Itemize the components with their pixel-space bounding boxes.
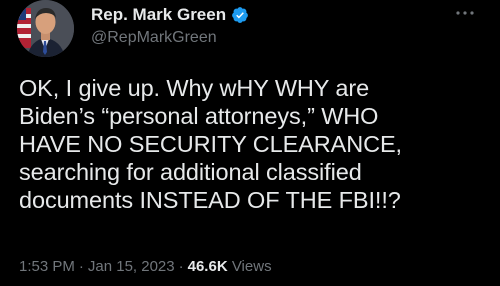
- author-name-row[interactable]: Rep. Mark Green: [91, 4, 249, 26]
- avatar-portrait: [17, 0, 74, 57]
- avatar[interactable]: [17, 0, 74, 57]
- tweet-date[interactable]: Jan 15, 2023: [88, 258, 175, 275]
- tweet-meta: 1:53 PM · Jan 15, 2023 · 46.6K Views: [19, 258, 272, 275]
- tweet-card: Rep. Mark Green @RepMarkGreen OK, I give…: [0, 0, 500, 286]
- meta-separator: ·: [78, 258, 84, 275]
- display-name[interactable]: Rep. Mark Green: [91, 5, 226, 25]
- tweet-time[interactable]: 1:53 PM: [19, 258, 75, 275]
- more-dots-icon[interactable]: [454, 6, 476, 20]
- verified-badge-icon: [231, 6, 249, 24]
- tweet-text: OK, I give up. Why wHY WHY are Biden’s “…: [19, 75, 402, 213]
- views-count[interactable]: 46.6K: [188, 258, 228, 275]
- views-label: Views: [231, 258, 272, 275]
- meta-separator: ·: [178, 258, 184, 275]
- author-handle[interactable]: @RepMarkGreen: [91, 29, 217, 47]
